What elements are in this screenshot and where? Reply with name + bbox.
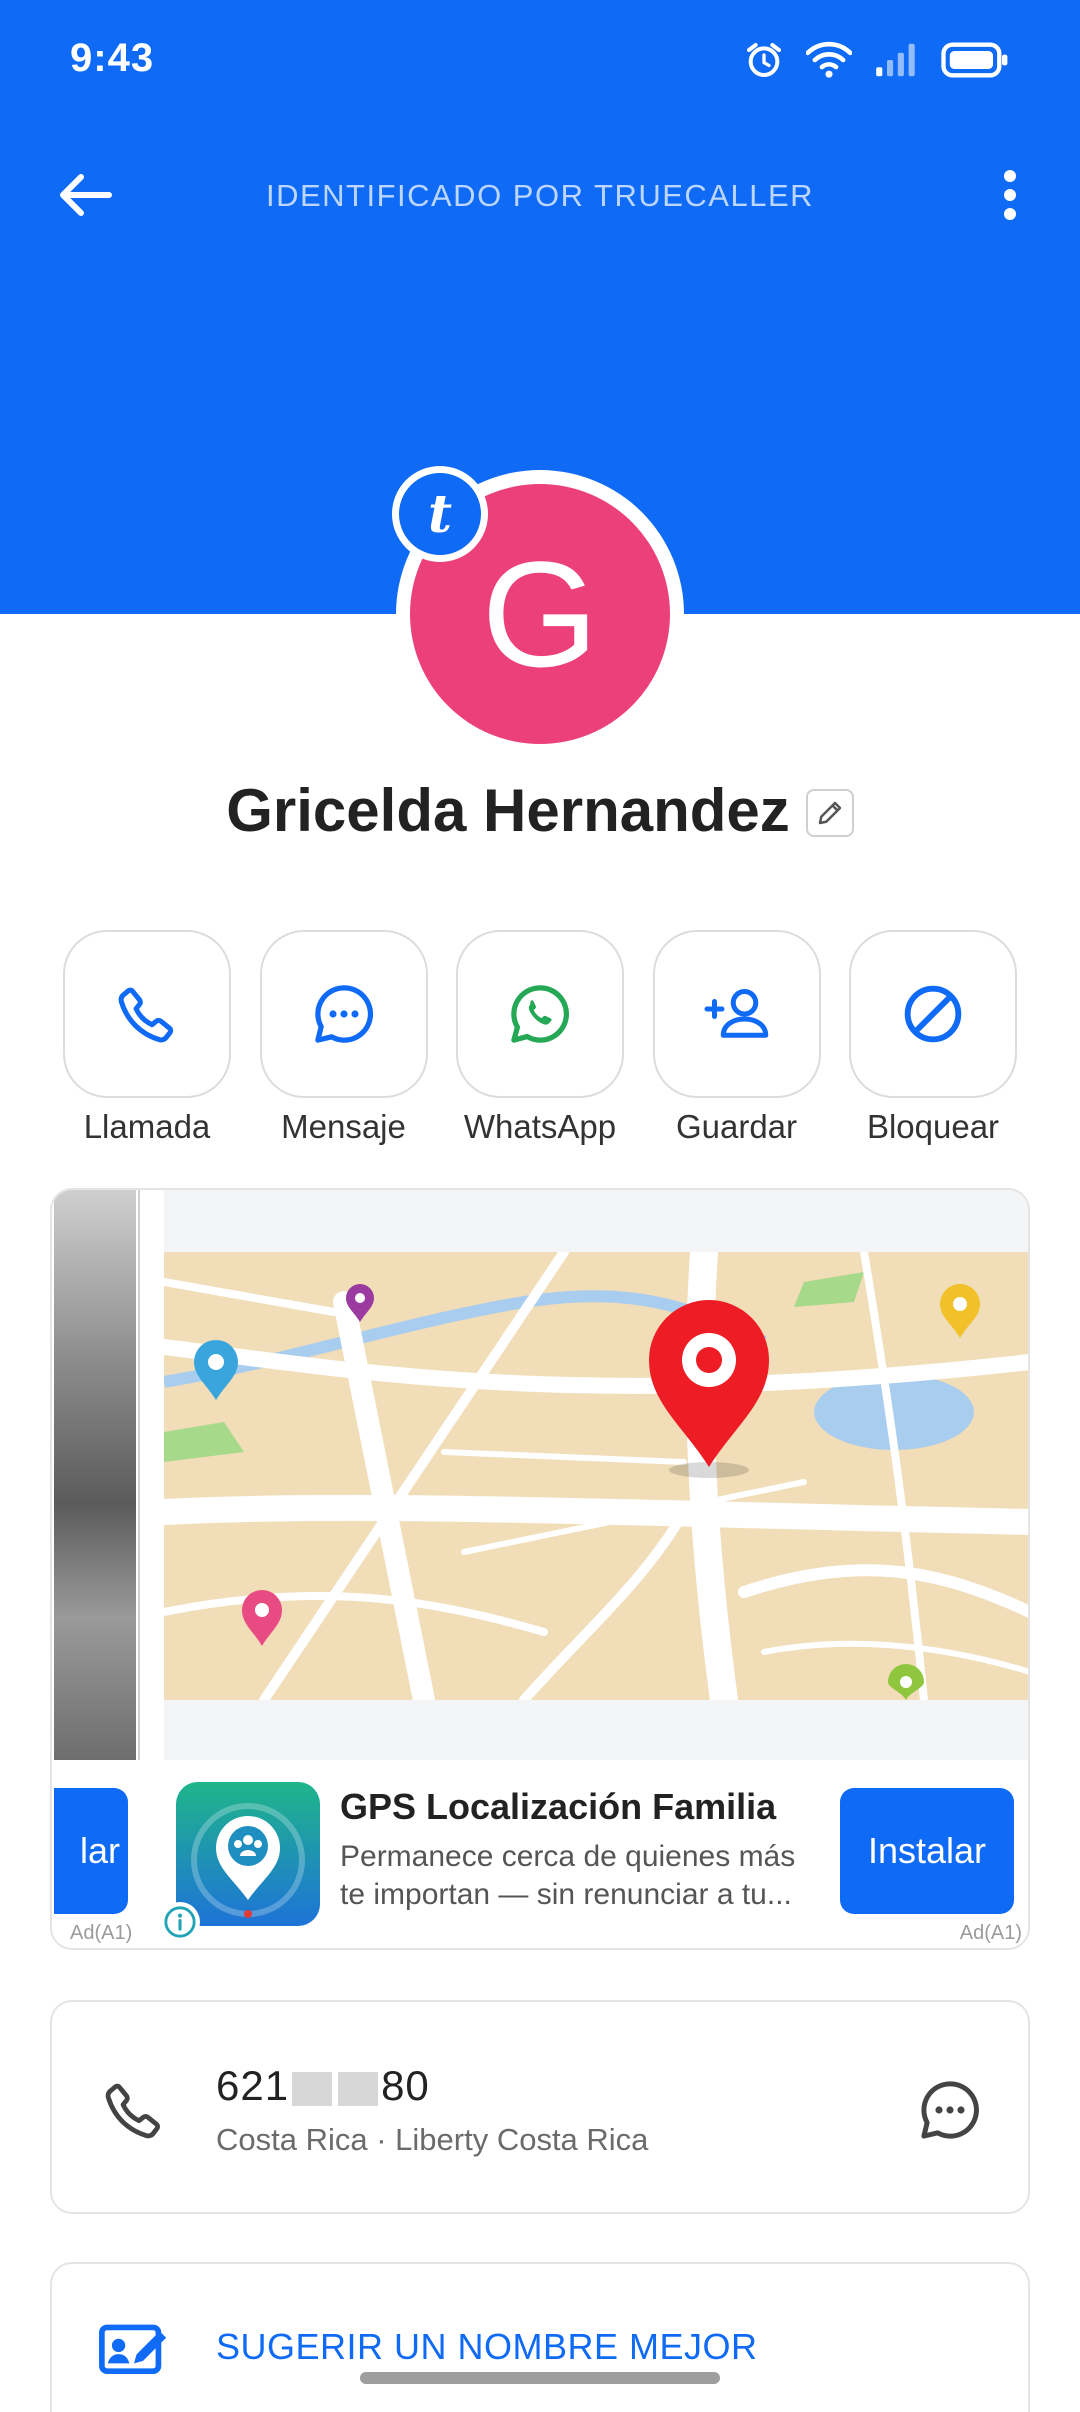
ad-carousel[interactable]: lar Ad(A1) GPS Localización Familia Perm…: [50, 1188, 1030, 1950]
whatsapp-icon: [511, 985, 569, 1043]
phone-number-card[interactable]: 621 80 Costa Rica · Liberty Costa Rica: [50, 2000, 1030, 2214]
name-row: Gricelda Hernandez: [0, 770, 1080, 850]
phone-number[interactable]: 621 80: [216, 2062, 430, 2110]
ad-previous-install-button[interactable]: lar: [54, 1788, 128, 1914]
whatsapp-label: WhatsApp: [463, 1108, 617, 1145]
edit-name-button[interactable]: [805, 789, 854, 837]
ad-title: GPS Localización Familia: [340, 1786, 777, 1827]
toolbar: IDENTIFICADO POR TRUECALLER: [0, 150, 1080, 240]
phone-icon: [118, 987, 174, 1043]
status-bar: 9:43: [0, 0, 1080, 120]
wifi-icon: [806, 41, 852, 78]
phone-number-suffix: 80: [381, 2062, 430, 2109]
call-action[interactable]: Llamada: [62, 930, 232, 1146]
map-illustration: [164, 1252, 1028, 1700]
message-icon: [314, 985, 373, 1043]
suggest-name-link[interactable]: SUGERIR UN NOMBRE MEJOR: [216, 2326, 758, 2368]
action-row: Llamada Mensaje WhatsApp Guardar Bloquea…: [62, 930, 1018, 1146]
block-button[interactable]: [849, 930, 1017, 1098]
message-action[interactable]: Mensaje: [259, 930, 429, 1146]
status-icons: [744, 40, 1010, 80]
install-button[interactable]: Instalar: [840, 1788, 1014, 1914]
ad-previous-card[interactable]: lar Ad(A1): [52, 1190, 138, 1948]
redacted-digits: [338, 2071, 379, 2106]
sms-button[interactable]: [914, 2074, 986, 2146]
ad-app-icon[interactable]: [176, 1782, 320, 1926]
contact-name: Gricelda Hernandez: [226, 776, 790, 844]
ad-image: [164, 1190, 1028, 1760]
battery-icon: [941, 42, 1008, 78]
save-label: Guardar: [675, 1108, 798, 1145]
pencil-icon: [818, 801, 842, 825]
ad-previous-image: [54, 1190, 136, 1760]
status-time: 9:43: [70, 36, 155, 80]
message-label: Mensaje: [281, 1108, 406, 1145]
redacted-digits: [292, 2071, 333, 2106]
phone-icon: [98, 2074, 170, 2146]
call-button[interactable]: [63, 930, 231, 1098]
alarm-icon: [747, 43, 781, 77]
save-action[interactable]: Guardar: [652, 930, 822, 1146]
block-label: Bloquear: [866, 1108, 1000, 1145]
signal-icon: [876, 43, 915, 77]
message-icon: [921, 2081, 979, 2139]
more-options-button[interactable]: [980, 160, 1040, 230]
toolbar-title: IDENTIFICADO POR TRUECALLER: [265, 178, 815, 213]
ad-description-line-2: te importan — sin renunciar a tu...: [340, 1878, 792, 1911]
add-contact-icon: [704, 989, 768, 1038]
ad-description-line-1: Permanece cerca de quienes más: [340, 1840, 796, 1873]
message-button[interactable]: [259, 930, 428, 1098]
edit-card-icon: [99, 2324, 167, 2374]
home-indicator[interactable]: [360, 2372, 720, 2384]
whatsapp-action[interactable]: WhatsApp: [455, 930, 625, 1146]
whatsapp-button[interactable]: [456, 930, 624, 1098]
ad-tag: Ad(A1): [959, 1922, 1022, 1944]
more-vertical-icon: [1004, 170, 1016, 220]
ad-info-icon[interactable]: [160, 1902, 200, 1942]
ad-previous-tag: Ad(A1): [70, 1922, 133, 1944]
truecaller-badge: t: [392, 466, 488, 562]
phone-number-prefix: 621: [216, 2062, 290, 2109]
ad-main-card[interactable]: GPS Localización Familia Permanece cerca…: [160, 1190, 1028, 1948]
block-action[interactable]: Bloquear: [848, 930, 1018, 1146]
save-contact-button[interactable]: [652, 930, 821, 1098]
ad-divider: [138, 1190, 140, 1760]
phone-carrier-detail: Costa Rica · Liberty Costa Rica: [216, 2122, 649, 2157]
ad-description: Permanece cerca de quienes más te import…: [340, 1838, 840, 1914]
block-icon: [904, 985, 962, 1043]
call-label: Llamada: [83, 1108, 211, 1145]
suggest-name-card[interactable]: SUGERIR UN NOMBRE MEJOR: [50, 2262, 1030, 2412]
